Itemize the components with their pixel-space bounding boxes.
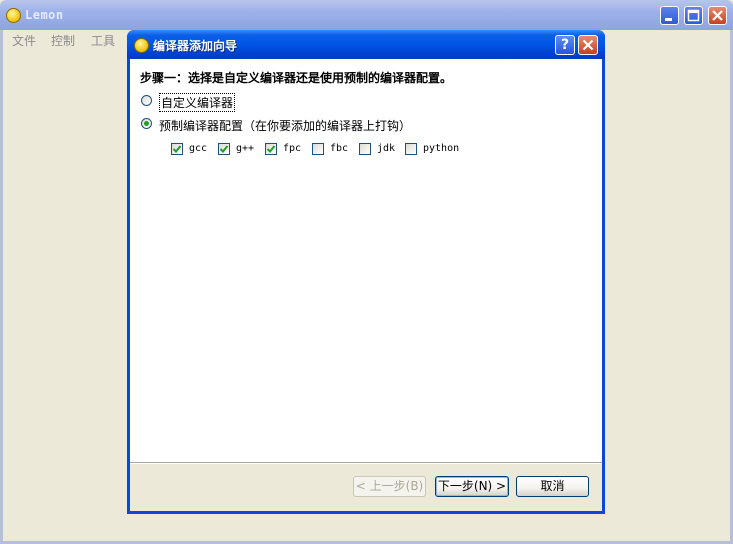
main-titlebar[interactable]: Lemon <box>0 0 733 30</box>
radio-custom-label[interactable]: 自定义编译器 <box>159 93 236 112</box>
checkbox-label[interactable]: g++ <box>236 143 254 154</box>
checkbox[interactable] <box>171 143 183 155</box>
checkbox[interactable] <box>218 143 230 155</box>
cancel-button[interactable]: 取消 <box>516 476 589 497</box>
dialog-client-area: 步骤一：选择是自定义编译器还是使用预制的编译器配置。 自定义编译器 预制编译器配… <box>130 59 602 511</box>
checkbox[interactable] <box>359 143 371 155</box>
back-button[interactable]: < 上一步(B) <box>353 476 426 497</box>
minimize-button[interactable] <box>660 6 679 25</box>
close-icon <box>712 10 723 21</box>
window-frame-left <box>0 30 3 544</box>
checkbox[interactable] <box>405 143 417 155</box>
checkbox-label[interactable]: fpc <box>283 143 301 154</box>
close-icon <box>582 39 594 51</box>
menu-file[interactable]: 文件 <box>12 32 36 49</box>
help-button[interactable]: ? <box>555 35 575 55</box>
checkbox[interactable] <box>312 143 324 155</box>
checkbox-label[interactable]: jdk <box>377 143 395 154</box>
main-window-title: Lemon <box>25 8 64 22</box>
checkbox-label[interactable]: fbc <box>330 143 348 154</box>
checkmark-icon <box>219 145 229 153</box>
checkbox-label[interactable]: python <box>423 143 459 154</box>
wizard-page: 步骤一：选择是自定义编译器还是使用预制的编译器配置。 自定义编译器 预制编译器配… <box>130 59 602 462</box>
radio-button[interactable] <box>141 95 152 106</box>
menu-tools[interactable]: 工具 <box>91 32 115 49</box>
close-button[interactable] <box>708 6 727 25</box>
radio-button-selected[interactable] <box>141 118 152 129</box>
checkbox-label[interactable]: gcc <box>189 143 207 154</box>
compiler-wizard-dialog: 编译器添加向导 ? 步骤一：选择是自定义编译器还是使用预制的编译器配置。 自定义… <box>127 30 605 514</box>
dialog-app-icon <box>134 38 149 53</box>
dialog-close-button[interactable] <box>578 35 598 55</box>
minimize-icon <box>665 18 672 21</box>
dialog-titlebar[interactable]: 编译器添加向导 ? <box>127 30 605 59</box>
app-logo-icon <box>6 8 21 23</box>
next-button[interactable]: 下一步(N) > <box>435 476 509 497</box>
step-heading: 步骤一：选择是自定义编译器还是使用预制的编译器配置。 <box>140 71 453 85</box>
radio-preset-label[interactable]: 预制编译器配置（在你要添加的编译器上打钩） <box>159 117 411 134</box>
maximize-icon <box>687 9 700 22</box>
checkmark-icon <box>172 145 182 153</box>
separator <box>130 462 602 464</box>
menu-control[interactable]: 控制 <box>51 32 75 49</box>
dialog-title: 编译器添加向导 <box>153 39 238 53</box>
checkmark-icon <box>266 145 276 153</box>
maximize-button[interactable] <box>684 6 703 25</box>
checkbox[interactable] <box>265 143 277 155</box>
